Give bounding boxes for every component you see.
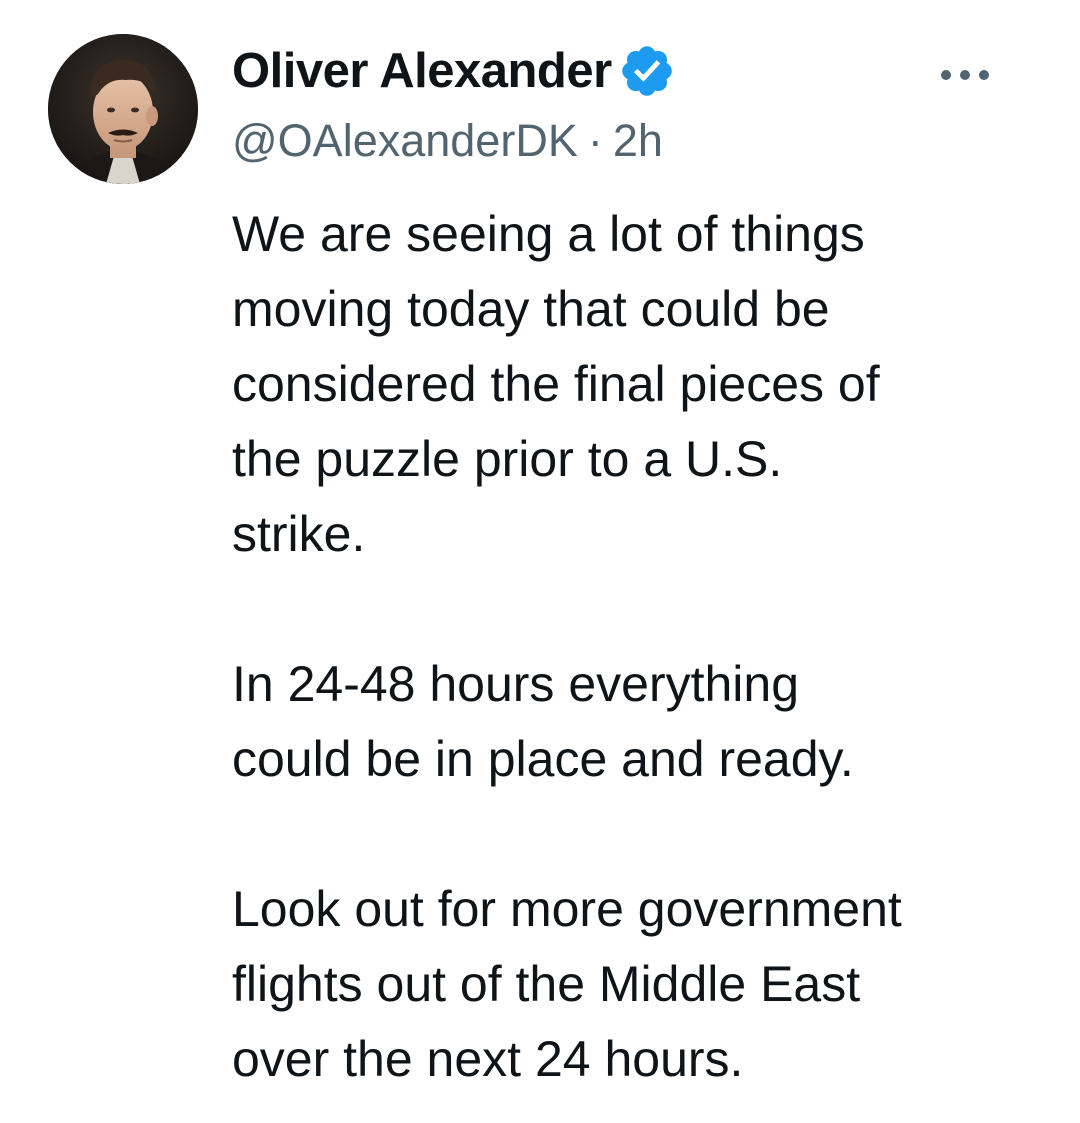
separator-dot: · [587,115,603,166]
more-dot [979,70,989,80]
handle-row: @OAlexanderDK · 2h [232,114,1040,168]
tweet-text: We are seeing a lot of things moving tod… [232,206,902,1087]
more-options-button[interactable] [920,58,1010,92]
more-horizontal-icon [941,70,951,80]
author-row: Oliver Alexander [232,40,1040,102]
author-handle[interactable]: @OAlexanderDK [232,115,578,167]
more-dot [960,70,970,80]
profile-photo-icon [48,34,198,184]
verified-badge-icon[interactable] [618,42,676,100]
author-display-name[interactable]: Oliver Alexander [232,43,612,99]
tweet-timestamp[interactable]: 2h [613,115,663,167]
avatar[interactable] [48,34,198,184]
tweet: Oliver Alexander @OAlexanderDK · 2h We a… [0,0,1080,1123]
tweet-header: Oliver Alexander @OAlexanderDK · 2h [232,40,1040,168]
